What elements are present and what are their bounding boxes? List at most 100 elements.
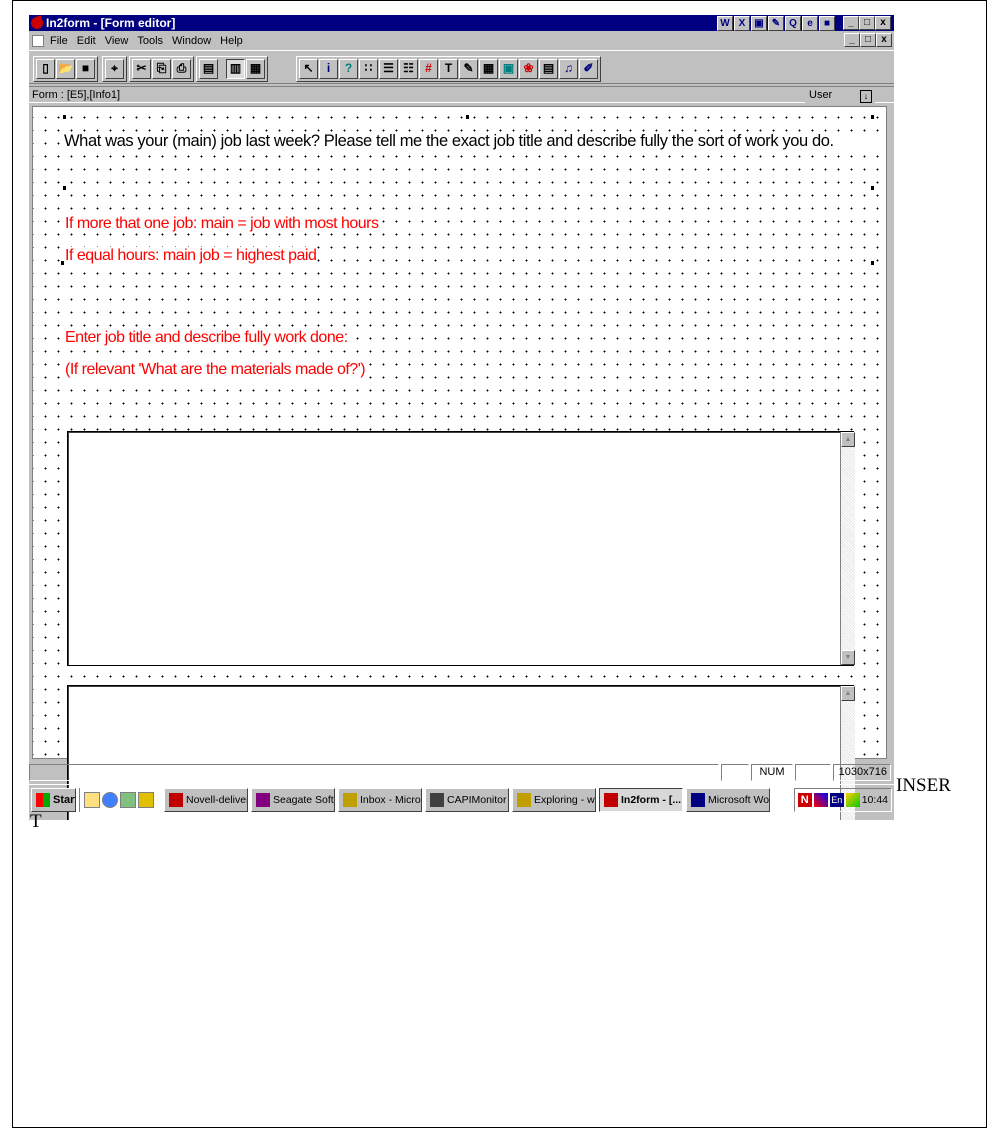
tray-app-icon[interactable]: ✎ [768,15,784,31]
find-icon[interactable]: ⌖ [105,59,124,79]
title-bar[interactable]: In2form - [Form editor] W X ▣ ✎ Qe ■ _ □ x [29,15,894,31]
status-scroll [795,764,831,781]
picture-icon[interactable]: ▣ [499,59,518,79]
taskbar-item[interactable]: Novell-deliver... [164,787,248,812]
form-label: Form : [E5],[Info1] [32,88,121,101]
open-icon[interactable]: 📂 [56,59,75,79]
task-app-icon [343,792,357,807]
question-icon[interactable]: ? [339,59,358,79]
table-icon[interactable]: ▦ [479,59,498,79]
selection-handle[interactable] [63,186,66,190]
selection-handle[interactable] [466,115,469,119]
app-icon[interactable] [29,15,45,31]
menu-window[interactable]: Window [172,35,211,47]
desktop-icon[interactable] [84,791,100,808]
cut-icon[interactable]: ✂ [132,59,151,79]
menu-file[interactable]: File [50,35,68,47]
form-canvas[interactable]: What was your (main) job last week? Plea… [32,106,887,820]
tray-app-icon[interactable]: e [802,15,818,31]
copy-icon[interactable]: ⎘ [152,59,171,79]
mode-select[interactable]: User ↓ [805,88,875,103]
tray-app-icon[interactable]: Q [785,15,801,31]
taskbar: Start Novell-deliver... Seagate Soft... In… [29,784,894,814]
file-toolbar-group: ▯ 📂 ■ [33,56,98,82]
novell-icon[interactable]: N [797,793,812,807]
outlook-icon[interactable] [138,791,154,808]
taskbar-item-label: Seagate Soft... [273,793,334,806]
task-app-icon [256,792,270,807]
wand-icon[interactable]: ✐ [579,59,598,79]
mode-select-value: User [809,89,833,101]
new-icon[interactable]: ▯ [36,59,55,79]
clock[interactable]: 10:44 [862,794,888,806]
selection-handle[interactable] [61,261,64,265]
selection-handle[interactable] [871,261,874,265]
scroll-up-icon[interactable]: ▲ [841,686,855,701]
selection-handle[interactable] [63,115,66,119]
tray-app-icon[interactable]: ■ [819,15,835,31]
text-icon[interactable]: T [439,59,458,79]
channels-icon[interactable] [120,791,136,808]
tools-toolbar-group: ↖ i? ∷ ☰ ☷ # T ✎ ▦ ▣ ❀ ▤ ♫ ✐ [296,56,601,82]
internet-explorer-icon[interactable] [102,791,118,808]
task-list: Novell-deliver... Seagate Soft... Inbox - … [164,787,770,812]
layout-view-icon[interactable]: ▦ [246,59,265,79]
instruction-equal-hours: If equal hours: main job = highest paid [65,247,317,265]
taskbar-item[interactable]: Inbox - Micro... [338,787,422,812]
menu-help[interactable]: Help [220,35,243,47]
mdi-restore-button[interactable]: □ [860,33,876,47]
scroll-up-icon[interactable]: ▲ [841,432,855,447]
scroll-down-icon[interactable]: ▼ [841,650,855,665]
calculator-icon[interactable]: ▤ [539,59,558,79]
taskbar-item-label: Inbox - Micro... [360,793,421,806]
menu-tools[interactable]: Tools [137,35,163,47]
taskbar-item-label: Novell-deliver... [186,793,247,806]
tray-app-icon[interactable]: ▣ [751,15,767,31]
tray-app-icon[interactable]: W [717,15,733,31]
taskbar-item[interactable]: Seagate Soft... [251,787,335,812]
view-toolbar-group: ▤ ▥ ▦ [196,56,268,82]
status-bar: NUM 1030x716 [29,762,894,782]
close-button[interactable]: x [875,16,891,30]
number-icon[interactable]: # [419,59,438,79]
edit-toolbar-group: ✂ ⎘ ⎙ [129,56,194,82]
selection-handle[interactable] [871,186,874,190]
start-button[interactable]: Start [31,787,76,812]
paste-icon[interactable]: ⎙ [172,59,191,79]
save-icon[interactable]: ■ [76,59,95,79]
mdi-minimize-button[interactable]: _ [844,33,860,47]
language-icon[interactable]: En [829,793,844,807]
quick-launch-tray: W X ▣ ✎ Qe ■ [717,15,835,31]
job-title-textarea[interactable]: ▲ ▼ [67,431,855,666]
task-app-icon [604,792,618,807]
menu-edit[interactable]: Edit [77,35,96,47]
document-icon[interactable] [32,34,44,47]
mdi-close-button[interactable]: x [876,33,892,47]
music-icon[interactable]: ♫ [559,59,578,79]
menu-view[interactable]: View [105,35,129,47]
taskbar-item[interactable]: Exploring - w12 [512,787,596,812]
taskbar-item[interactable]: CAPIMonitor [425,787,509,812]
grid-icon[interactable]: ☷ [399,59,418,79]
network-icon[interactable] [813,793,828,807]
form-view-icon[interactable]: ▥ [226,59,245,79]
pencil-icon[interactable]: ✎ [459,59,478,79]
pointer-icon[interactable]: ↖ [299,59,318,79]
scrollbar[interactable]: ▲ ▼ [840,432,855,665]
selection-handle[interactable] [871,115,874,119]
minimize-button[interactable]: _ [843,16,859,30]
volume-icon[interactable] [845,793,860,807]
instruction-enter-title: Enter job title and describe fully work … [65,329,348,347]
info-icon[interactable]: i [319,59,338,79]
check-list-icon[interactable]: ☰ [379,59,398,79]
maximize-button[interactable]: □ [859,16,875,30]
taskbar-item[interactable]: In2form - [... [599,787,683,812]
taskbar-item[interactable]: Microsoft Wo... [686,787,770,812]
paint-icon[interactable]: ❀ [519,59,538,79]
properties-icon[interactable]: ▤ [199,59,218,79]
insert-mode-text-continued: T [30,811,42,832]
chevron-down-icon[interactable]: ↓ [860,90,872,103]
tray-app-icon[interactable]: X [734,15,750,31]
radio-list-icon[interactable]: ∷ [359,59,378,79]
task-app-icon [691,792,705,807]
